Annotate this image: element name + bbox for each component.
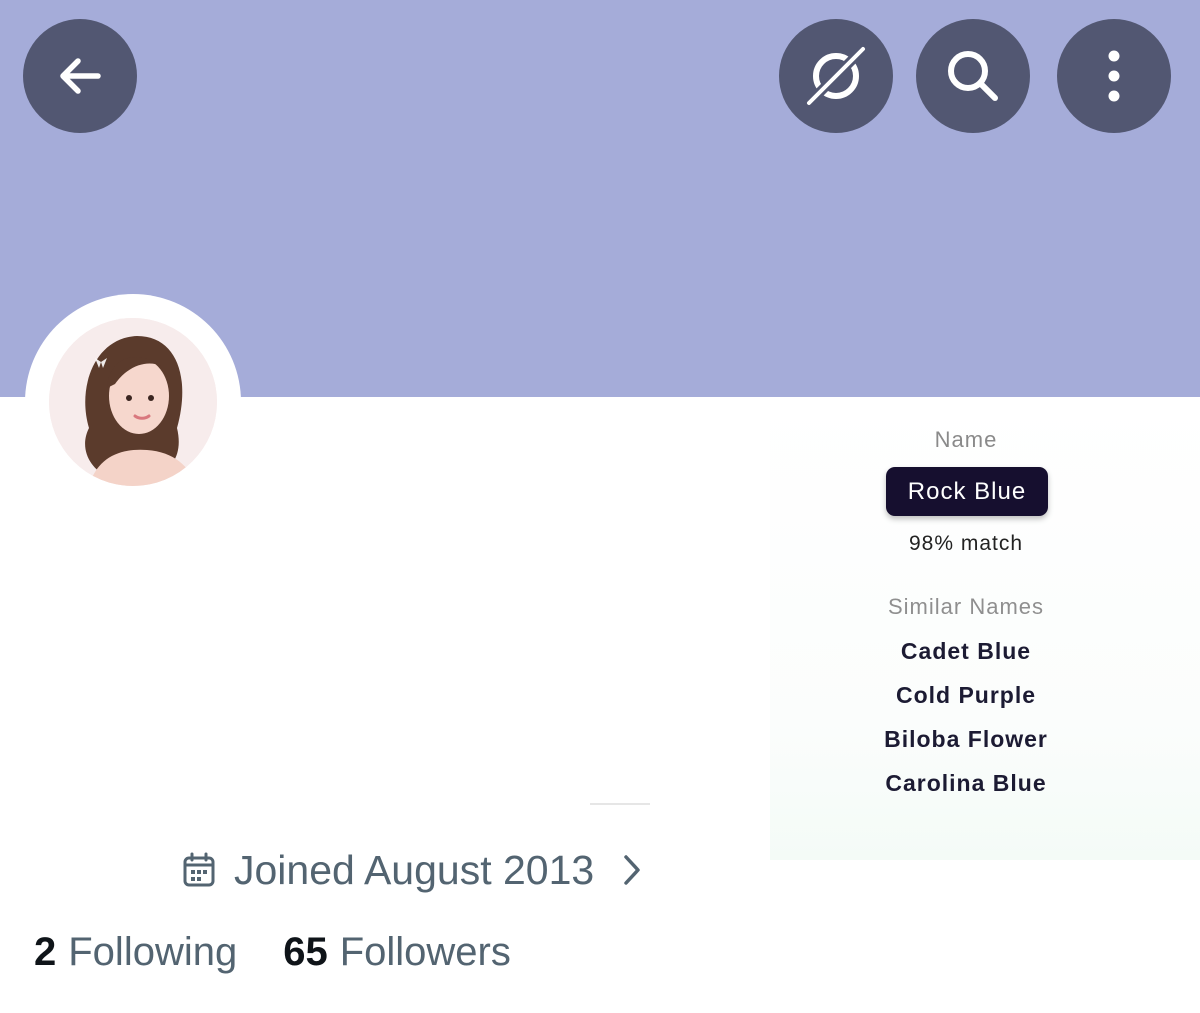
following-count: 2 [34, 930, 57, 974]
similar-names-label: Similar Names [887, 594, 1045, 619]
profile-page: Name Rock Blue 98% match Similar Names C… [0, 0, 1200, 1013]
search-button[interactable] [916, 19, 1030, 133]
avatar-portrait [49, 318, 217, 486]
similar-name-item[interactable]: Cold Purple [836, 679, 1096, 723]
chevron-right-icon [624, 855, 640, 885]
eye-slash-icon [804, 44, 868, 108]
hide-button[interactable] [779, 19, 893, 133]
color-name-chip[interactable]: Rock Blue [886, 467, 1048, 516]
search-icon [948, 51, 998, 101]
joined-date-row[interactable]: Joined August 2013 [182, 845, 642, 895]
arrow-left-icon [60, 58, 101, 94]
divider [590, 803, 650, 805]
calendar-icon [183, 852, 215, 887]
followers-link[interactable]: 65 Followers [283, 930, 511, 975]
back-button[interactable] [23, 19, 137, 133]
similar-names-list: Cadet Blue Cold Purple Biloba Flower Car… [836, 635, 1096, 811]
more-options-button[interactable] [1057, 19, 1171, 133]
follow-stats: 2 Following 65 Followers [34, 930, 511, 986]
similar-name-item[interactable]: Biloba Flower [836, 723, 1096, 767]
following-label: Following [68, 930, 238, 974]
joined-date: Joined August 2013 [234, 846, 595, 893]
followers-count: 65 [283, 930, 328, 974]
following-link[interactable]: 2 Following [34, 930, 237, 975]
more-vertical-icon [1108, 50, 1120, 102]
color-name-label: Name [934, 427, 998, 452]
match-percentage: 98% match [908, 532, 1024, 555]
followers-label: Followers [339, 930, 511, 974]
similar-name-item[interactable]: Carolina Blue [836, 767, 1096, 811]
avatar[interactable] [49, 318, 217, 486]
similar-name-item[interactable]: Cadet Blue [836, 635, 1096, 679]
